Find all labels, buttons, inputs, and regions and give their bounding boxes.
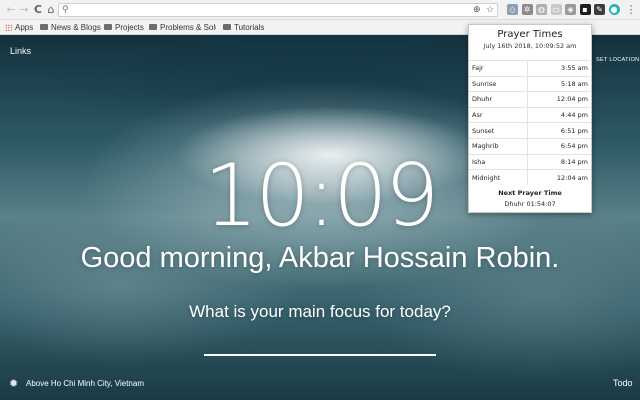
teal-extension-icon[interactable]: ●: [608, 4, 620, 15]
prayer-time: 4:44 pm: [527, 106, 591, 123]
links-button[interactable]: Links: [10, 46, 31, 56]
next-prayer-label: Next Prayer Time: [498, 189, 562, 197]
search-icon: ⚲: [62, 5, 69, 15]
forward-arrow-icon[interactable]: →: [17, 3, 31, 17]
prayer-name: Dhuhr: [469, 91, 528, 108]
prayer-name: Isha: [469, 153, 528, 170]
prayer-row: Asr 4:44 pm: [469, 106, 591, 123]
prayer-time: 6:51 pm: [527, 122, 591, 139]
bookmark-label: News & Blogs: [51, 23, 101, 32]
prayer-row: Fajr 3:55 am: [469, 60, 591, 77]
apps-grid-icon: [5, 24, 12, 31]
prayer-time: 12:04 pm: [527, 91, 591, 108]
bookmark-label: Problems & Solu: [160, 23, 216, 32]
card-extension-icon[interactable]: ▭: [550, 4, 562, 15]
prayer-row: Maghrib 6:54 pm: [469, 137, 591, 155]
prayer-time: 6:54 pm: [527, 137, 591, 155]
prayer-name: Asr: [469, 106, 528, 123]
settings-gear-icon[interactable]: ✹: [9, 377, 18, 390]
browser-menu-icon[interactable]: ⋮: [624, 3, 638, 17]
folder-icon: [104, 24, 112, 30]
prayer-time: 5:18 am: [527, 75, 591, 92]
popup-title: Prayer Times: [497, 29, 563, 40]
prayer-name: Midnight: [469, 169, 528, 186]
bookmark-label: Projects: [115, 23, 144, 32]
prayer-name: Maghrib: [469, 137, 528, 155]
address-bar[interactable]: ⚲ ⊕ ☆: [58, 3, 498, 17]
reload-icon[interactable]: C: [31, 3, 45, 17]
back-arrow-icon[interactable]: ←: [4, 3, 18, 17]
popup-date: July 16th 2018, 10:09:52 am: [483, 42, 577, 50]
prayer-row: Sunrise 5:18 am: [469, 75, 591, 92]
prayer-time: 12:04 am: [527, 169, 591, 186]
prayer-name: Fajr: [469, 60, 528, 77]
prayer-row: Dhuhr 12:04 pm: [469, 91, 591, 108]
prayer-name: Sunrise: [469, 75, 528, 92]
bookmark-tutorials[interactable]: Tutorials: [223, 22, 264, 33]
prayer-row: Sunset 6:51 pm: [469, 122, 591, 139]
prayer-row: Midnight 12:04 am: [469, 169, 591, 186]
browser-toolbar: ← → C ⌂ ⚲ ⊕ ☆ ◇ ✲ ◍ ▭ ◈ ▪ ✎ ● ⋮: [0, 0, 640, 20]
set-location-button[interactable]: SET LOCATION: [596, 57, 639, 63]
bookmark-news-blogs[interactable]: News & Blogs: [40, 22, 101, 33]
color-picker-extension-icon[interactable]: ✎: [594, 4, 605, 15]
todo-button[interactable]: Todo: [613, 378, 633, 388]
greeting: Good morning, Akbar Hossain Robin.: [80, 242, 560, 274]
folder-icon: [40, 24, 48, 30]
focus-input[interactable]: [204, 338, 436, 356]
bookmark-projects[interactable]: Projects: [104, 22, 144, 33]
folder-icon: [223, 24, 231, 30]
prayer-times-table: Fajr 3:55 am Sunrise 5:18 am Dhuhr 12:04 pm As…: [469, 60, 591, 186]
folder-icon: [149, 24, 157, 30]
bookmark-apps[interactable]: Apps: [5, 22, 33, 33]
prayer-name: Sunset: [469, 122, 528, 139]
photo-location[interactable]: Above Ho Chi Minh City, Vietnam: [26, 379, 144, 388]
gear-extension-icon[interactable]: ✲: [521, 4, 533, 15]
badge-extension-icon[interactable]: ◈: [565, 4, 576, 15]
next-prayer-value: Dhuhr 01:54:07: [504, 200, 556, 208]
prayer-times-popup: Prayer Times July 16th 2018, 10:09:52 am…: [468, 24, 592, 213]
home-icon[interactable]: ⌂: [44, 3, 58, 17]
globe-extension-icon[interactable]: ◍: [536, 4, 547, 15]
bookmark-label: Tutorials: [234, 23, 265, 32]
bookmark-star-icon[interactable]: ☆: [486, 4, 494, 16]
prayer-time: 8:14 pm: [527, 153, 591, 170]
mosque-extension-icon[interactable]: ▪: [579, 4, 591, 15]
prayer-time: 3:55 am: [527, 60, 591, 77]
location-target-icon[interactable]: ⊕: [473, 4, 481, 16]
shield-extension-icon[interactable]: ◇: [507, 4, 518, 15]
focus-question: What is your main focus for today?: [189, 302, 451, 321]
prayer-row: Isha 8:14 pm: [469, 153, 591, 170]
address-input[interactable]: [73, 4, 463, 16]
bookmark-problems-solutions[interactable]: Problems & Solu: [149, 22, 216, 33]
bookmark-label: Apps: [15, 23, 34, 32]
